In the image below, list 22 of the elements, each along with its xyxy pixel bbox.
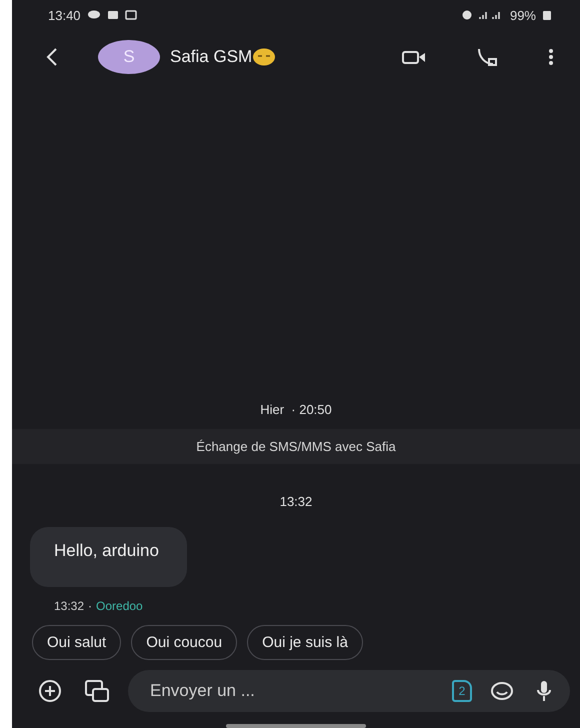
- meta-separator: ·: [88, 599, 92, 613]
- contact-name: Safia GSM: [170, 47, 252, 67]
- chat-icon: [86, 10, 101, 20]
- battery-icon: [542, 10, 552, 20]
- smart-reply-chip[interactable]: Oui je suis là: [247, 625, 363, 660]
- info-banner: Échange de SMS/MMS avec Safia: [12, 429, 580, 464]
- message-field[interactable]: Envoyer un ... 2: [128, 670, 570, 712]
- emoji-icon: [252, 48, 276, 66]
- message-time: 13:32: [54, 599, 84, 613]
- sim-icon[interactable]: 2: [452, 680, 472, 702]
- menu-icon[interactable]: [548, 48, 554, 66]
- message-bubble: Hello, arduino: [30, 527, 187, 587]
- image-icon: [124, 10, 137, 20]
- carrier-label: Ooredoo: [96, 599, 143, 613]
- time-separator: 13:32: [280, 494, 312, 509]
- back-icon[interactable]: [46, 47, 58, 67]
- battery-percent: 99%: [510, 8, 536, 22]
- contact-avatar: S: [98, 40, 160, 74]
- smart-reply-chip[interactable]: Oui salut: [32, 625, 122, 660]
- smart-reply-chip[interactable]: Oui coucou: [131, 625, 238, 660]
- status-time: 13:40: [48, 8, 81, 22]
- date-separator: Hier · 20:50: [260, 402, 332, 417]
